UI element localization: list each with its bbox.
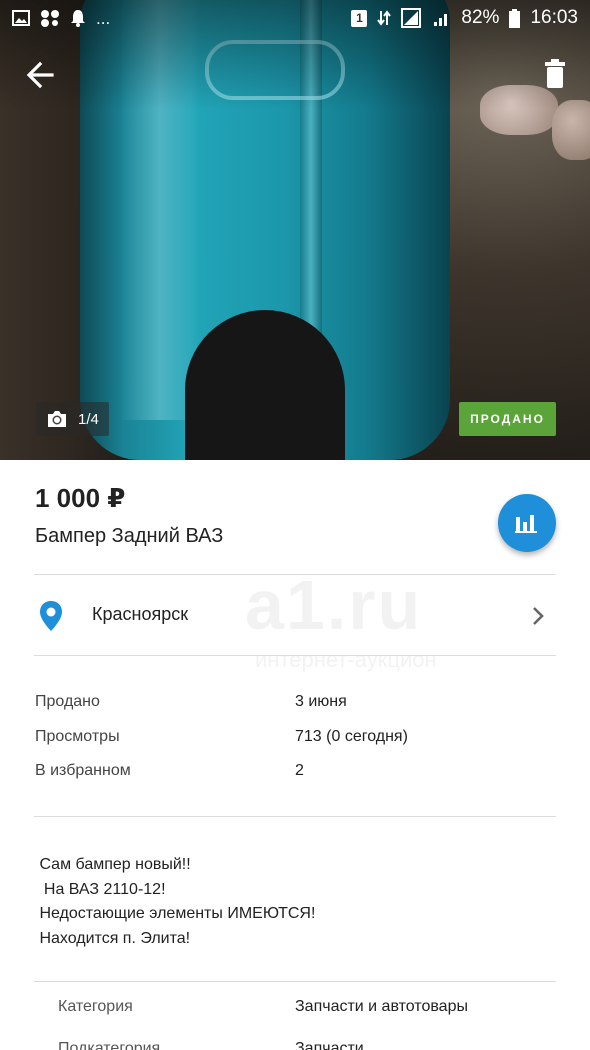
sim-icon: 1 xyxy=(351,9,368,27)
stat-value: 2 xyxy=(295,762,304,779)
arrow-left-icon xyxy=(26,61,54,89)
stat-row-favorites: В избранном 2 xyxy=(0,762,590,792)
detail-label: Категория xyxy=(58,998,133,1015)
stat-row-sold: Продано 3 июня xyxy=(0,693,590,723)
bell-icon xyxy=(71,10,85,27)
battery-icon xyxy=(509,8,521,28)
stat-value: 3 июня xyxy=(295,693,347,710)
divider xyxy=(34,816,556,817)
listing-photo[interactable] xyxy=(0,0,590,460)
data-arrows-icon xyxy=(377,10,392,26)
divider xyxy=(34,655,556,656)
battery-percent: 82% xyxy=(461,7,500,28)
camera-icon xyxy=(48,411,66,427)
statistics-button[interactable] xyxy=(498,494,556,552)
divider xyxy=(34,981,556,982)
listing-description: Сам бампер новый!! На ВАЗ 2110-12! Недос… xyxy=(39,856,316,947)
more-notifications: ... xyxy=(96,8,111,28)
location-city: Красноярск xyxy=(92,604,189,624)
stat-label: Продано xyxy=(35,693,100,710)
stat-label: В избранном xyxy=(35,762,131,779)
photo-bumper-hole xyxy=(185,310,345,460)
dots-icon xyxy=(41,10,59,27)
stat-label: Просмотры xyxy=(35,728,120,745)
no-sim-signal-icon xyxy=(401,8,422,28)
detail-label: Подкатегория xyxy=(58,1040,161,1050)
bar-chart-icon xyxy=(515,515,537,533)
detail-value: Запчасти xyxy=(295,1040,364,1050)
chevron-right-icon xyxy=(533,607,544,625)
clock: 16:03 xyxy=(530,7,578,28)
location-pin-icon xyxy=(40,601,62,631)
listing-price: 1 000 ₽ xyxy=(35,483,126,513)
back-button[interactable] xyxy=(24,58,58,92)
image-icon xyxy=(12,10,30,26)
signal-icon xyxy=(434,14,448,26)
photo-counter: 1/4 xyxy=(36,402,109,436)
stat-value: 713 (0 сегодня) xyxy=(295,728,408,745)
stat-row-views: Просмотры 713 (0 сегодня) xyxy=(0,728,590,758)
photo-counter-text: 1/4 xyxy=(78,410,99,428)
detail-value: Запчасти и автотовары xyxy=(295,998,468,1015)
listing-title: Бампер Задний ВАЗ xyxy=(35,525,224,547)
location-row[interactable]: Красноярск xyxy=(0,575,590,655)
sold-badge: ПРОДАНО xyxy=(459,402,556,436)
delete-button[interactable] xyxy=(538,56,572,94)
trash-icon xyxy=(545,59,565,88)
status-bar: ... 1 82% 16:03 xyxy=(0,0,590,36)
